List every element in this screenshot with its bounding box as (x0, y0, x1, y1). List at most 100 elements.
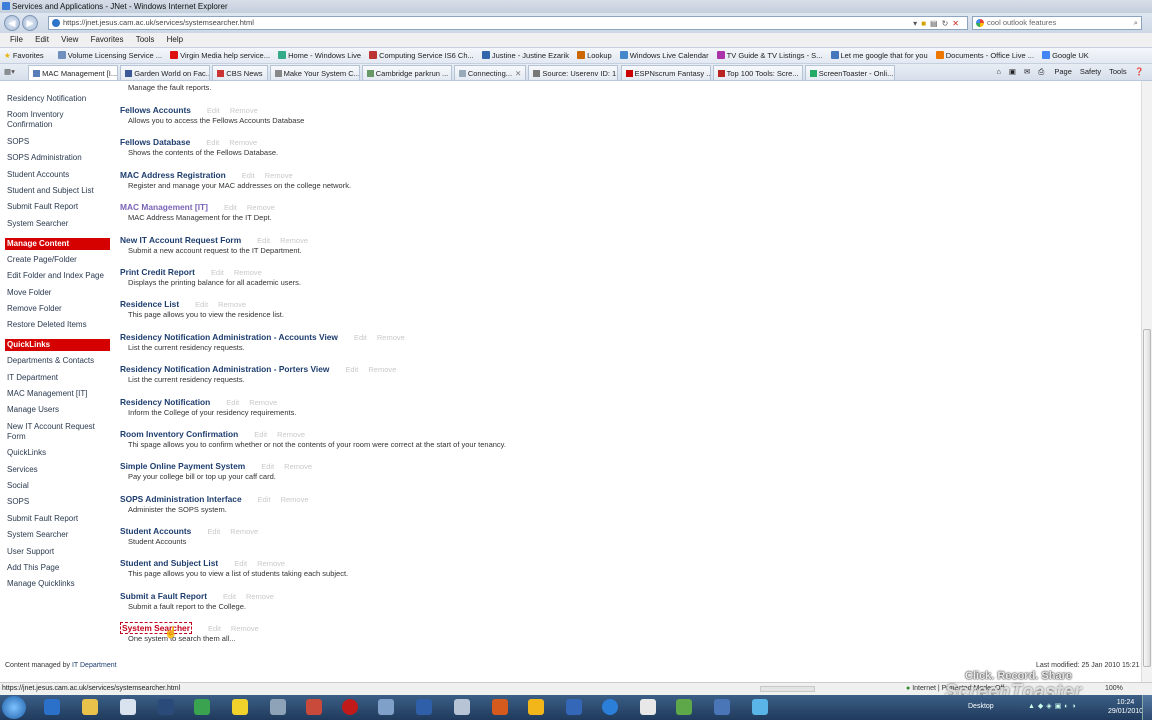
desktop-toolbar[interactable]: Desktop (968, 703, 994, 710)
tab[interactable]: ScreenToaster - Onli... (804, 65, 895, 80)
service-link[interactable]: Student and Subject List (120, 558, 218, 568)
favorite-item[interactable]: Computing Service IS6 Ch... (369, 48, 474, 63)
service-link[interactable]: Room Inventory Confirmation (120, 429, 238, 439)
lock-icon[interactable]: ■ (921, 19, 930, 28)
favorite-item[interactable]: Home - Windows Live (278, 48, 361, 63)
edit-link[interactable]: Edit (254, 430, 267, 439)
edit-link[interactable]: Edit (211, 268, 224, 277)
compat-icon[interactable]: ▤ (930, 19, 942, 28)
service-link[interactable]: Simple Online Payment System (120, 461, 245, 471)
edit-link[interactable]: Edit (258, 495, 271, 504)
edit-link[interactable]: Edit (223, 592, 236, 601)
service-link[interactable]: New IT Account Request Form (120, 235, 241, 245)
edit-link[interactable]: Edit (234, 559, 247, 568)
remove-link[interactable]: Remove (284, 462, 312, 471)
favorite-item[interactable]: Lookup (577, 48, 612, 63)
favorite-item[interactable]: Volume Licensing Service ... (57, 48, 162, 63)
sidebar-link[interactable]: IT Department (5, 372, 110, 384)
remove-link[interactable]: Remove (249, 398, 277, 407)
menu-edit[interactable]: Edit (35, 33, 49, 47)
remove-link[interactable]: Remove (230, 527, 258, 536)
remove-link[interactable]: Remove (231, 624, 259, 633)
sidebar-link[interactable]: Create Page/Folder (5, 254, 110, 266)
favorite-item[interactable]: Virgin Media help service... (170, 48, 270, 63)
favorite-item[interactable]: Let me google that for you (830, 48, 928, 63)
quick-tabs-icon[interactable]: ▦▾ (0, 64, 26, 80)
sidebar-link[interactable]: Residency Notification (5, 93, 110, 105)
edit-link[interactable]: Edit (195, 300, 208, 309)
remove-link[interactable]: Remove (377, 333, 405, 342)
sidebar-link[interactable]: System Searcher (5, 218, 110, 230)
favorite-item[interactable]: Justine - Justine Ezarik (481, 48, 569, 63)
monitor-icon[interactable] (566, 699, 582, 715)
favorites-button[interactable]: ★ Favorites (0, 48, 50, 63)
sidebar-link[interactable]: Services (5, 464, 110, 476)
sidebar-link[interactable]: Social (5, 480, 110, 492)
clock[interactable]: 10:24 29/01/2010 (1108, 698, 1143, 716)
opera-icon[interactable] (342, 699, 358, 715)
remove-link[interactable]: Remove (229, 138, 257, 147)
menu-tools[interactable]: Tools (136, 33, 155, 47)
itunes-icon[interactable] (752, 699, 768, 715)
tab[interactable]: Make Your System C... (269, 65, 360, 80)
tab[interactable]: Top 100 Tools: Scre... (712, 65, 803, 80)
service-link[interactable]: SOPS Administration Interface (120, 494, 242, 504)
remove-link[interactable]: Remove (218, 300, 246, 309)
notes-icon[interactable] (232, 699, 248, 715)
sidebar-link[interactable]: QuickLinks (5, 447, 110, 459)
menu-view[interactable]: View (61, 33, 78, 47)
footer-it-link[interactable]: IT Department (72, 662, 117, 669)
remote-icon[interactable] (714, 699, 730, 715)
favorite-item[interactable]: Documents - Office Live ... (935, 48, 1034, 63)
remove-link[interactable]: Remove (265, 171, 293, 180)
edit-link[interactable]: Edit (257, 236, 270, 245)
remove-link[interactable]: Remove (280, 236, 308, 245)
sidebar-link[interactable]: Submit Fault Report (5, 201, 110, 213)
tab[interactable]: Connecting... ✕ (453, 65, 527, 80)
dropdown-icon[interactable]: ▾ (913, 19, 921, 28)
vlc-icon[interactable] (492, 699, 508, 715)
remove-link[interactable]: Remove (277, 430, 305, 439)
mail-icon[interactable]: ✉ (1024, 67, 1030, 76)
favorite-item[interactable]: Windows Live Calendar (619, 48, 709, 63)
remove-link[interactable]: Remove (234, 268, 262, 277)
service-link[interactable]: MAC Management [IT] (120, 202, 208, 212)
service-link[interactable]: Residency Notification (120, 397, 210, 407)
home-icon[interactable]: ⌂ (996, 67, 1001, 76)
excel-icon[interactable] (676, 699, 692, 715)
remove-link[interactable]: Remove (368, 365, 396, 374)
sidebar-link[interactable]: SOPS Administration (5, 152, 110, 164)
sidebar-link[interactable]: Departments & Contacts (5, 355, 110, 367)
edit-link[interactable]: Edit (224, 203, 237, 212)
tab[interactable]: Garden World on Fac... (120, 65, 211, 80)
tray-icons[interactable]: ▲◆◈▣◐◑ (1028, 702, 1079, 710)
app-icon[interactable] (158, 699, 174, 715)
tab[interactable]: Cambridge parkrun ... (361, 65, 452, 80)
edit-link[interactable]: Edit (207, 106, 220, 115)
tools-menu[interactable]: Tools (1109, 67, 1127, 76)
address-bar[interactable]: https://jnet.jesus.cam.ac.uk/services/sy… (48, 16, 968, 30)
internet-explorer-icon[interactable] (602, 699, 618, 715)
sidebar-link[interactable]: Submit Fault Report (5, 513, 110, 525)
refresh-icon[interactable]: ↻ (942, 19, 953, 28)
remove-link[interactable]: Remove (247, 203, 275, 212)
sidebar-link[interactable]: New IT Account Request Form (5, 421, 110, 443)
favorite-item[interactable]: TV Guide & TV Listings - S... (716, 48, 822, 63)
favorite-item[interactable]: Google UK (1042, 48, 1089, 63)
edit-link[interactable]: Edit (242, 171, 255, 180)
service-link[interactable]: Student Accounts (120, 526, 191, 536)
remove-link[interactable]: Remove (257, 559, 285, 568)
edit-link[interactable]: Edit (345, 365, 358, 374)
outlook-icon[interactable] (416, 699, 432, 715)
service-link[interactable]: Fellows Accounts (120, 105, 191, 115)
service-link[interactable]: Residency Notification Administration - … (120, 364, 329, 374)
scroll-thumb[interactable] (1143, 329, 1151, 667)
media-icon[interactable] (44, 699, 60, 715)
explorer-icon[interactable] (528, 699, 544, 715)
tab[interactable]: MAC Management [I... (28, 65, 119, 80)
safety-menu[interactable]: Safety (1080, 67, 1101, 76)
sidebar-link[interactable]: Remove Folder (5, 303, 110, 315)
sidebar-link[interactable]: Manage Quicklinks (5, 578, 110, 590)
window-icon[interactable] (640, 699, 656, 715)
print-icon[interactable]: ⎙ (1038, 67, 1044, 76)
